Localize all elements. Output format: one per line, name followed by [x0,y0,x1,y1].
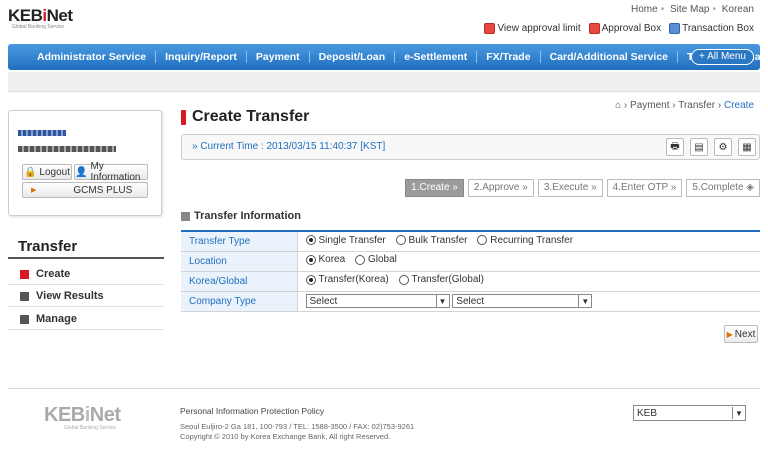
nav-administrator-service[interactable]: Administrator Service [28,51,157,63]
utility-links: View approval limit Approval Box Transac… [484,23,754,34]
footer-divider [8,388,760,389]
transfer-type-options: Single Transfer Bulk Transfer Recurring … [297,231,760,252]
print-icon[interactable]: 🖶 [666,138,684,156]
language-link[interactable]: Korean [722,4,754,15]
radio-transfer-global[interactable]: Transfer(Global) [398,274,484,285]
radio-korea[interactable]: Korea [305,254,345,265]
step-execute: 3.Execute » [537,179,603,197]
top-links: Home • Site Map • Korean [631,4,754,15]
home-icon[interactable]: ⌂ [615,100,621,111]
nav-card-additional[interactable]: Card/Additional Service [541,51,679,63]
user-company-redacted [18,146,116,152]
sidebar-separator [8,329,164,330]
step-enter-otp: 4.Enter OTP » [606,179,683,197]
nav-payment[interactable]: Payment [247,51,310,63]
footer-logo: KEBiNet Global Banking Service [44,404,134,444]
main-nav: Administrator Service Inquiry/Report Pay… [8,44,760,70]
chevron-down-icon: ▼ [435,295,449,307]
breadcrumb: ⌂ › Payment › Transfer › Create [615,100,754,111]
arrow-box-icon [20,314,29,324]
user-settings-icon[interactable]: ⚙ [714,138,732,156]
user-name-redacted [18,130,66,136]
page-title: Create Transfer [181,108,309,126]
table-row: Location Korea Global [181,251,760,272]
radio-global[interactable]: Global [354,254,397,265]
document-icon[interactable]: ▤ [690,138,708,156]
keb-logo[interactable]: KEBiNet Global Banking Service [8,6,78,36]
table-row: Company Type Select ▼ Select ▼ [181,291,760,312]
transfer-info-table: Transfer Type Single Transfer Bulk Trans… [181,230,760,312]
sidebar-separator [8,284,164,285]
nav-fx-trade[interactable]: FX/Trade [477,51,541,63]
process-steps: 1.Create » 2.Approve » 3.Execute » 4.Ent… [405,179,760,197]
toolbar-icons: 🖶 ▤ ⚙ ▦ [666,138,756,156]
approval-box-link[interactable]: Approval Box [588,23,661,34]
nav-inquiry-report[interactable]: Inquiry/Report [156,51,247,63]
approval-limit-link[interactable]: View approval limit [484,23,581,34]
screen-settings-icon[interactable]: ▦ [738,138,756,156]
sitemap-link[interactable]: Site Map [670,4,709,15]
sidebar-separator [8,306,164,307]
approval-box-icon [588,23,600,34]
radio-bulk-transfer[interactable]: Bulk Transfer [395,235,467,246]
table-row: Transfer Type Single Transfer Bulk Trans… [181,231,760,252]
step-approve: 2.Approve » [467,179,534,197]
sidebar-item-create[interactable]: Create [20,268,70,280]
nav-deposit-loan[interactable]: Deposit/Loan [310,51,396,63]
step-create: 1.Create » [405,179,464,197]
radio-transfer-korea[interactable]: Transfer(Korea) [305,274,389,285]
transaction-box-icon [669,23,681,34]
section-icon [181,211,190,221]
location-options: Korea Global [297,251,760,272]
company-type-selects: Select ▼ Select ▼ [297,291,760,312]
arrow-right-icon: ▶ [726,329,733,339]
transfer-type-label: Transfer Type [181,231,298,252]
chevron-down-icon: ▼ [578,295,591,307]
arrow-icon: ▶ [31,187,37,194]
chevron-down-icon: ▼ [732,407,745,419]
sidebar-item-view-results[interactable]: View Results [20,290,104,302]
family-site-select[interactable]: KEB ▼ [633,405,746,421]
privacy-policy-link[interactable]: Personal Information Protection Policy [180,406,324,416]
check-icon [20,269,29,279]
company-type-select-2[interactable]: Select ▼ [452,294,593,308]
person-icon: 👤 [75,166,88,178]
company-type-select-1[interactable]: Select ▼ [305,294,450,308]
footer-logo-text: KEBiNet [44,404,121,426]
radio-recurring-transfer[interactable]: Recurring Transfer [477,235,573,246]
sidebar-divider [8,257,164,259]
location-label: Location [181,251,298,272]
title-marker-icon [181,109,186,125]
section-title: Transfer Information [181,210,301,222]
korea-global-options: Transfer(Korea) Transfer(Global) [297,271,760,292]
sidebar-item-manage[interactable]: Manage [20,313,77,325]
approval-limit-icon [484,23,496,34]
korea-global-label: Korea/Global [181,271,298,292]
footer-address: Seoul Euljiro-2 Ga 181, 100-793 / TEL: 1… [180,422,415,431]
home-link[interactable]: Home [631,4,658,15]
my-information-button[interactable]: 👤 My Information [74,161,148,183]
table-row: Korea/Global Transfer(Korea) Transfer(Gl… [181,271,760,292]
next-button[interactable]: ▶ Next [724,325,758,343]
company-type-label: Company Type [181,291,298,312]
footer-copyright: Copyright © 2010 by Korea Exchange Bank,… [180,432,391,441]
transaction-box-link[interactable]: Transaction Box [669,23,754,34]
arrow-box-icon [20,291,29,301]
logo-text: KEBiNet [8,6,73,25]
sub-nav-bar [8,72,760,92]
logout-button[interactable]: 🔒 Logout [22,164,72,180]
sidebar-title: Transfer [18,238,78,255]
lock-icon: 🔒 [23,166,37,178]
radio-single-transfer[interactable]: Single Transfer [305,235,386,246]
complete-icon: ◈ [746,182,754,193]
step-complete: 5.Complete ◈ [686,179,760,197]
all-menu-button[interactable]: + All Menu [691,49,754,65]
gcms-plus-button[interactable]: ▶ GCMS PLUS [22,182,148,198]
nav-e-settlement[interactable]: e-Settlement [395,51,478,63]
